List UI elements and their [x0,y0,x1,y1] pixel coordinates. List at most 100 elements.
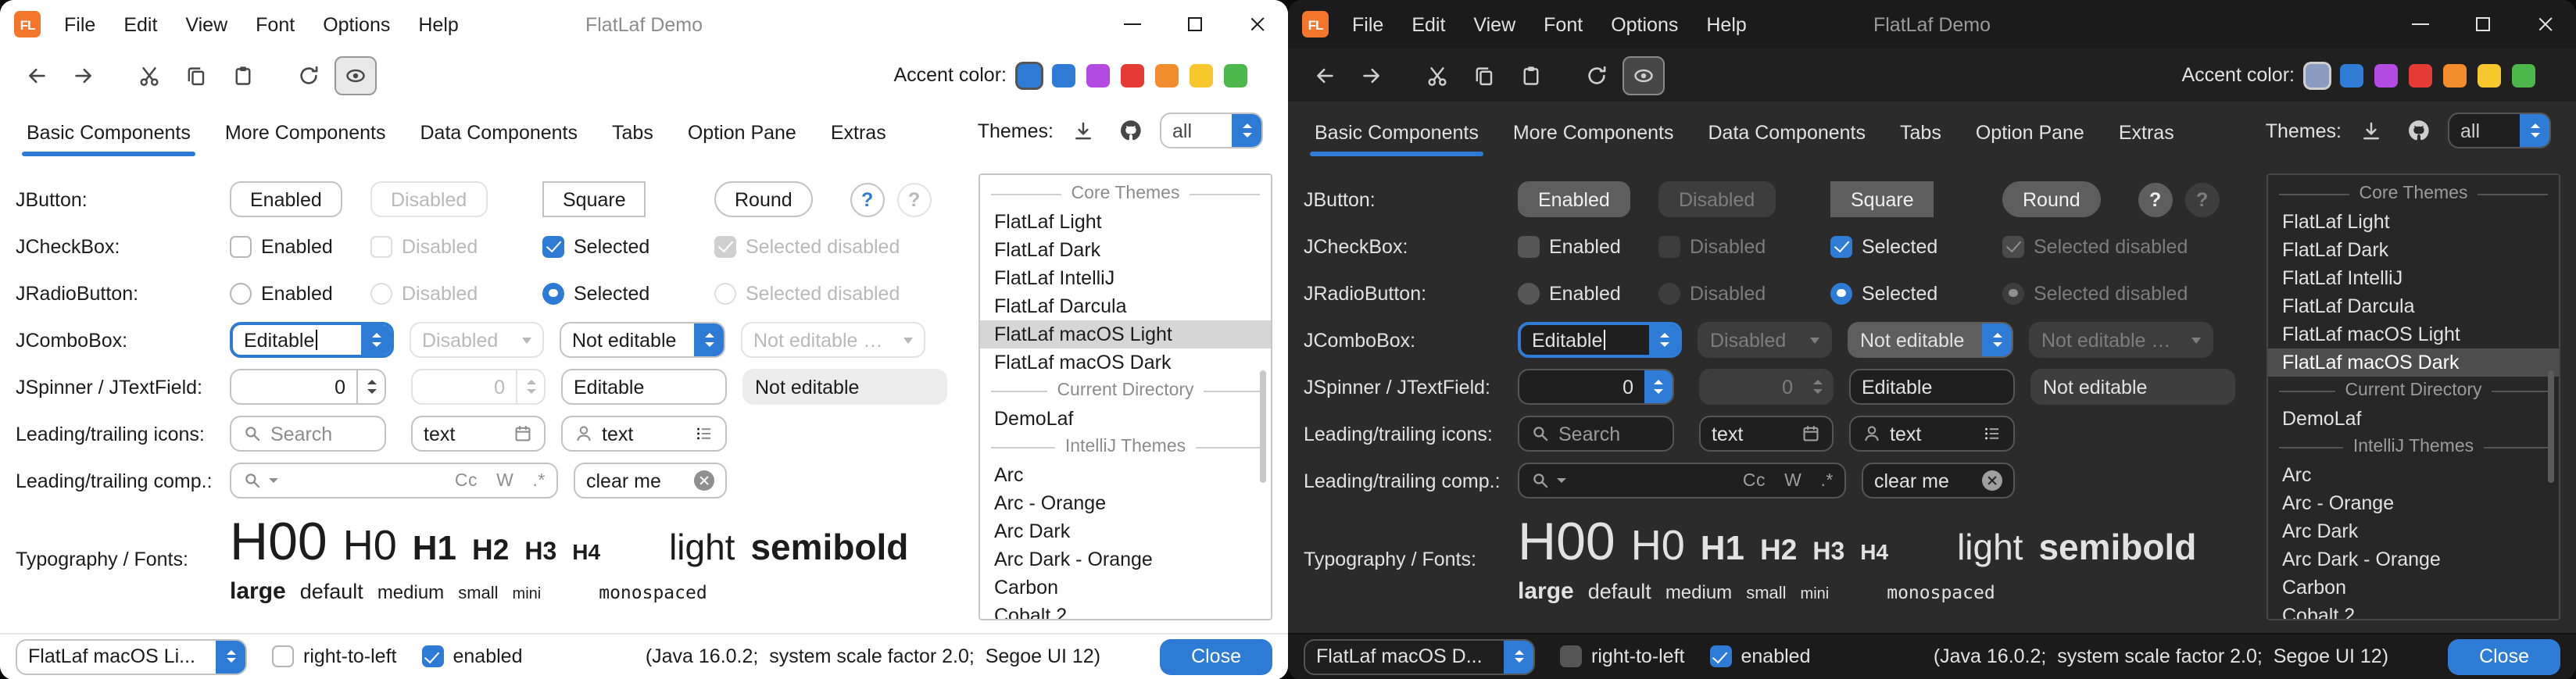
theme-list-item[interactable]: Core Themes [980,180,1271,208]
search-field[interactable]: Search [230,416,386,452]
radio-selected[interactable]: Selected [542,282,649,304]
tab[interactable]: Tabs [595,111,671,158]
accent-swatch[interactable] [1052,63,1075,87]
theme-list-item[interactable]: Carbon [2268,574,2559,602]
menu-item[interactable]: Font [242,0,309,48]
copy-button[interactable] [175,55,217,95]
theme-list-item[interactable]: Arc Dark - Orange [980,545,1271,574]
theme-list-item[interactable]: Current Directory [980,377,1271,405]
theme-list-item[interactable]: FlatLaf IntelliJ [2268,264,2559,292]
theme-list-item[interactable]: DemoLaf [2268,405,2559,433]
github-button[interactable] [2401,111,2435,150]
clear-icon[interactable] [1982,470,2002,491]
tab[interactable]: More Components [208,111,403,158]
tab[interactable]: More Components [1496,111,1691,158]
show-hidden-toggle-button[interactable] [335,55,377,95]
theme-list-item[interactable]: FlatLaf Light [2268,208,2559,236]
tab[interactable]: Option Pane [671,111,814,158]
theme-list-item[interactable]: FlatLaf Darcula [980,292,1271,320]
close-window-button[interactable] [1225,0,1288,48]
theme-list-item[interactable]: Arc [2268,461,2559,489]
theme-list-item[interactable]: Carbon [980,574,1271,602]
help-button[interactable]: ? [2138,182,2173,216]
menu-item[interactable]: Help [404,0,472,48]
menu-item[interactable]: Help [1692,0,1760,48]
menu-item[interactable]: Edit [109,0,171,48]
menu-item[interactable]: File [1338,0,1397,48]
menu-item[interactable]: Options [1597,0,1692,48]
filter-search-field[interactable]: Cc W .* [1518,463,1846,499]
enabled-button[interactable]: Enabled [1518,181,1630,217]
menu-item[interactable]: File [50,0,109,48]
help-button[interactable]: ? [850,182,885,216]
forward-button[interactable] [63,55,105,95]
theme-list-item[interactable]: Arc - Orange [980,489,1271,517]
spinner-arrows-icon[interactable] [356,370,385,403]
accent-swatch[interactable] [1224,63,1247,87]
date-field[interactable]: text [1699,416,1834,452]
radio-enabled[interactable]: Enabled [1518,282,1621,304]
regex-button[interactable]: .* [1820,471,1834,490]
paste-button[interactable] [1510,55,1552,95]
theme-list-item[interactable]: FlatLaf Dark [980,236,1271,264]
back-button[interactable] [16,55,58,95]
tab[interactable]: Option Pane [1959,111,2102,158]
spinner[interactable]: 0 [230,369,386,405]
theme-list-item[interactable]: DemoLaf [980,405,1271,433]
titlebar[interactable]: FL FileEditViewFontOptionsHelp FlatLaf D… [0,0,1288,48]
tab[interactable]: Basic Components [9,111,208,158]
right-to-left-checkbox[interactable]: right-to-left [1560,645,1685,667]
theme-list-item[interactable]: FlatLaf macOS Dark [2268,348,2559,377]
whole-words-button[interactable]: W [1784,471,1801,490]
minimize-button[interactable] [1100,0,1163,48]
checkbox-enabled[interactable]: Enabled [1518,235,1621,257]
regex-button[interactable]: .* [532,471,546,490]
theme-list-item[interactable]: Cobalt 2 [980,602,1271,620]
radio-selected[interactable]: Selected [1830,282,1937,304]
whole-words-button[interactable]: W [496,471,513,490]
themes-filter-combobox[interactable]: all [2448,113,2551,148]
editable-textfield[interactable]: Editable [561,369,727,405]
minimize-button[interactable] [2388,0,2451,48]
editable-combobox[interactable]: Editable [230,322,394,358]
editable-textfield[interactable]: Editable [1849,369,2015,405]
close-window-button[interactable] [2513,0,2576,48]
themes-filter-combobox[interactable]: all [1160,113,1263,148]
download-themes-button[interactable] [2354,111,2388,150]
show-hidden-toggle-button[interactable] [1623,55,1665,95]
close-button[interactable]: Close [1160,638,1272,674]
spinner-arrows-icon[interactable] [1644,370,1673,403]
calendar-icon[interactable] [513,423,533,444]
menu-item[interactable]: View [171,0,242,48]
cut-button[interactable] [1416,55,1458,95]
match-case-button[interactable]: Cc [455,471,478,490]
back-button[interactable] [1304,55,1346,95]
tab[interactable]: Data Components [403,111,596,158]
theme-list-item[interactable]: Cobalt 2 [2268,602,2559,620]
right-to-left-checkbox[interactable]: right-to-left [272,645,397,667]
copy-button[interactable] [1463,55,1505,95]
round-button[interactable]: Round [2002,181,2101,217]
titlebar[interactable]: FL FileEditViewFontOptionsHelp FlatLaf D… [1288,0,2576,48]
menu-item[interactable]: Edit [1397,0,1459,48]
theme-list-item[interactable]: FlatLaf Light [980,208,1271,236]
theme-list-item[interactable]: FlatLaf Darcula [2268,292,2559,320]
forward-button[interactable] [1351,55,1393,95]
laf-combobox[interactable]: FlatLaf macOS D... [1304,638,1535,674]
noneditable-combobox[interactable]: Not editable [1848,322,2013,358]
accent-swatch[interactable] [2374,63,2398,87]
checkbox-selected[interactable]: Selected [1830,235,1937,257]
refresh-button[interactable] [1576,55,1618,95]
menu-item[interactable]: Font [1530,0,1597,48]
theme-list-item[interactable]: Current Directory [2268,377,2559,405]
theme-list-item[interactable]: FlatLaf Dark [2268,236,2559,264]
match-case-button[interactable]: Cc [1743,471,1766,490]
theme-list-item[interactable]: Arc Dark [2268,517,2559,545]
clear-icon[interactable] [694,470,714,491]
laf-combobox[interactable]: FlatLaf macOS Li... [16,638,247,674]
themes-scrollbar[interactable] [2547,370,2554,482]
enabled-button[interactable]: Enabled [230,181,342,217]
theme-list-item[interactable]: FlatLaf macOS Light [2268,320,2559,348]
download-themes-button[interactable] [1066,111,1100,150]
date-field[interactable]: text [411,416,546,452]
